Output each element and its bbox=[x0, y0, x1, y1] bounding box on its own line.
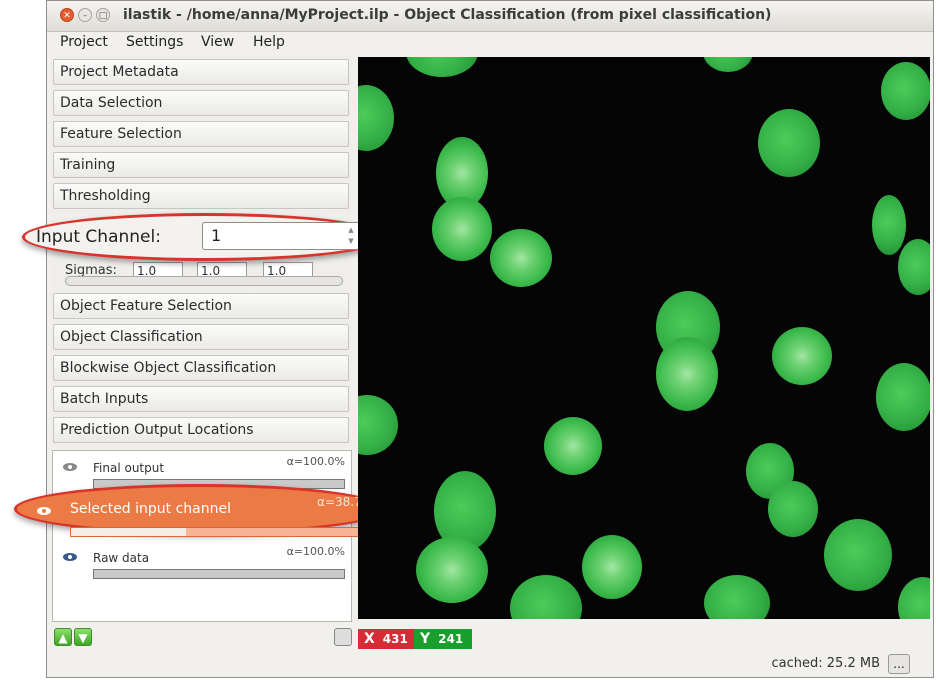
y-label: Y bbox=[420, 631, 431, 647]
cell bbox=[432, 197, 492, 261]
applet-object-feature-selection[interactable]: Object Feature Selection bbox=[53, 293, 349, 319]
move-layer-down-icon[interactable]: ▼ bbox=[74, 628, 92, 646]
status-bar: cached: 25.2 MB ... bbox=[46, 652, 934, 678]
cell bbox=[876, 363, 930, 431]
menu-help[interactable]: Help bbox=[253, 34, 285, 50]
move-layer-up-icon[interactable]: ▲ bbox=[54, 628, 72, 646]
layer-toolbar: ▲ ▼ bbox=[52, 624, 352, 650]
cell bbox=[824, 519, 892, 591]
cell bbox=[772, 327, 832, 385]
cell bbox=[582, 535, 642, 599]
layer-alpha: α=100.0% bbox=[286, 545, 345, 558]
title-bar: ✕ – □ ilastik - /home/anna/MyProject.ilp… bbox=[47, 1, 933, 32]
cell bbox=[358, 85, 394, 151]
spin-arrows-icon[interactable]: ▲ ▼ bbox=[345, 225, 357, 247]
layer-opacity-bar[interactable] bbox=[93, 569, 345, 579]
maximize-window-button[interactable]: □ bbox=[96, 8, 110, 22]
x-label: X bbox=[364, 631, 375, 647]
eye-icon[interactable] bbox=[63, 553, 77, 561]
cache-details-button[interactable]: ... bbox=[888, 654, 910, 674]
cell bbox=[703, 57, 753, 72]
applet-project-metadata[interactable]: Project Metadata bbox=[53, 59, 349, 85]
cell bbox=[358, 395, 398, 455]
menu-settings[interactable]: Settings bbox=[126, 34, 183, 50]
input-channel-label: Input Channel: bbox=[36, 227, 161, 247]
layer-raw-data[interactable]: Raw data α=100.0% bbox=[53, 543, 351, 587]
x-value: 431 bbox=[382, 632, 408, 646]
layer-alpha: α=100.0% bbox=[286, 455, 345, 468]
cell bbox=[768, 481, 818, 537]
horizontal-scrollbar[interactable] bbox=[65, 276, 343, 286]
cell bbox=[510, 575, 582, 619]
cell bbox=[704, 575, 770, 619]
image-viewer[interactable] bbox=[358, 57, 930, 619]
cell bbox=[898, 577, 930, 619]
cell bbox=[406, 57, 478, 77]
layer-name: Selected input channel bbox=[70, 501, 231, 517]
menu-view[interactable]: View bbox=[201, 34, 234, 50]
cache-status: cached: 25.2 MB bbox=[771, 656, 880, 671]
applet-data-selection[interactable]: Data Selection bbox=[53, 90, 349, 116]
cell bbox=[656, 337, 718, 411]
layer-opacity-fill bbox=[71, 528, 187, 536]
cell bbox=[544, 417, 602, 475]
layer-settings-icon[interactable] bbox=[334, 628, 352, 646]
y-coordinate-badge: Y 241 bbox=[414, 629, 472, 649]
input-channel-value: 1 bbox=[211, 226, 222, 245]
layer-alpha: α=38.7 bbox=[317, 495, 362, 509]
applet-feature-selection[interactable]: Feature Selection bbox=[53, 121, 349, 147]
applet-training[interactable]: Training bbox=[53, 152, 349, 178]
applet-object-classification[interactable]: Object Classification bbox=[53, 324, 349, 350]
cell bbox=[758, 109, 820, 177]
cell bbox=[872, 195, 906, 255]
cell bbox=[490, 229, 552, 287]
layer-name: Raw data bbox=[93, 551, 150, 565]
minimize-window-button[interactable]: – bbox=[78, 8, 92, 22]
applet-prediction-output-locations[interactable]: Prediction Output Locations bbox=[53, 417, 349, 443]
eye-icon[interactable] bbox=[37, 507, 51, 515]
applet-batch-inputs[interactable]: Batch Inputs bbox=[53, 386, 349, 412]
y-value: 241 bbox=[438, 632, 464, 646]
layer-name: Final output bbox=[93, 461, 165, 475]
x-coordinate-badge: X 431 bbox=[358, 629, 414, 649]
cell bbox=[881, 62, 930, 120]
applet-blockwise-object-classification[interactable]: Blockwise Object Classification bbox=[53, 355, 349, 381]
menu-bar: Project Settings View Help bbox=[47, 31, 933, 55]
menu-project[interactable]: Project bbox=[60, 34, 108, 50]
cell bbox=[898, 239, 930, 295]
input-channel-spinbox[interactable]: 1 ▲ ▼ bbox=[202, 222, 360, 250]
layer-opacity-bar[interactable] bbox=[70, 527, 360, 537]
applet-thresholding[interactable]: Thresholding bbox=[53, 183, 349, 209]
window-title: ilastik - /home/anna/MyProject.ilp - Obj… bbox=[123, 7, 772, 23]
close-window-button[interactable]: ✕ bbox=[60, 8, 74, 22]
eye-icon[interactable] bbox=[63, 463, 77, 471]
cell bbox=[416, 537, 488, 603]
